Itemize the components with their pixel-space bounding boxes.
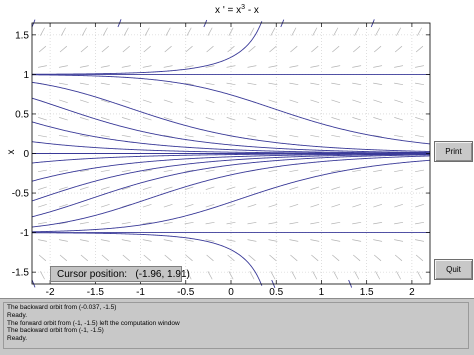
print-button[interactable]: Print bbox=[434, 141, 473, 162]
x-tick-label: 1 bbox=[319, 287, 325, 298]
x-tick-label: -1.5 bbox=[87, 287, 105, 298]
plot-title: x ' = x3 - x bbox=[215, 4, 259, 16]
quit-button[interactable]: Quit bbox=[434, 259, 473, 280]
x-tick-label: -2 bbox=[46, 287, 55, 298]
cursor-position-label: Cursor position: bbox=[57, 268, 128, 280]
message-line: Ready. bbox=[7, 311, 28, 319]
message-window[interactable]: The backward orbit from (-0.037, -1.5) R… bbox=[3, 302, 469, 349]
message-line: The backward orbit from (-0.037, -1.5) bbox=[7, 304, 117, 311]
y-tick-label: -1 bbox=[20, 228, 29, 239]
y-tick-label: -0.5 bbox=[12, 189, 30, 200]
y-tick-label: 1.5 bbox=[15, 30, 29, 41]
x-tick-label: 0 bbox=[228, 287, 234, 298]
message-line: The forward orbit from (-1, -1.5) left t… bbox=[7, 319, 180, 327]
x-tick-label: 2 bbox=[409, 287, 415, 298]
window: x ' = x3 - x x t -2-1.5-1-0.500.511.52-1… bbox=[0, 0, 474, 355]
message-panel: The backward orbit from (-0.037, -1.5) R… bbox=[0, 298, 474, 355]
x-tick-label: 1.5 bbox=[360, 287, 374, 298]
x-tick-label: 0.5 bbox=[269, 287, 283, 298]
x-tick-label: -1 bbox=[136, 287, 145, 298]
y-tick-label: 1 bbox=[23, 70, 29, 81]
cursor-position-readout: Cursor position: (-1.96, 1.91) bbox=[50, 266, 190, 282]
message-line: The backward orbit from (-1, -1.5) bbox=[7, 327, 104, 335]
message-line: Ready. bbox=[7, 335, 28, 343]
y-axis-label: x bbox=[6, 150, 17, 155]
x-tick-label: -0.5 bbox=[177, 287, 195, 298]
y-tick-label: 0 bbox=[23, 149, 29, 160]
y-tick-label: -1.5 bbox=[12, 268, 30, 279]
cursor-position-value: (-1.96, 1.91) bbox=[135, 268, 190, 280]
y-tick-label: 0.5 bbox=[15, 109, 29, 120]
phase-plot[interactable]: x ' = x3 - x x t -2-1.5-1-0.500.511.52-1… bbox=[0, 0, 474, 298]
